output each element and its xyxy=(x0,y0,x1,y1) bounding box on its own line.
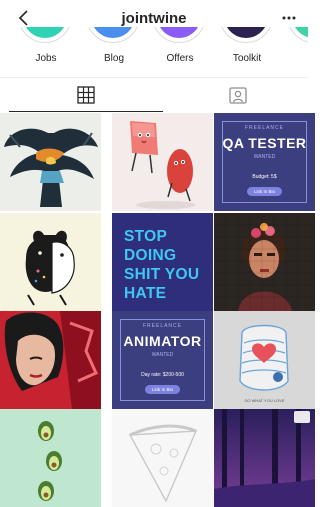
profile-tabs xyxy=(0,77,308,112)
grid-icon xyxy=(77,85,95,104)
highlight-toolkit[interactable]: Toolkit xyxy=(212,27,282,64)
tab-tagged[interactable] xyxy=(161,78,315,111)
highlight-partial[interactable] xyxy=(280,27,308,45)
highlight-label: Toolkit xyxy=(232,53,262,64)
highlight-offers[interactable]: Offers xyxy=(145,27,215,64)
ribcage-caption: DO WHAT YOU LOVE xyxy=(244,398,284,403)
tab-grid[interactable] xyxy=(9,78,163,112)
post-eagle-illustration[interactable] xyxy=(0,113,101,211)
post-animator-job[interactable]: FREELANCE ANIMATOR WANTED Day rate: $200… xyxy=(112,311,213,409)
post-purple-forest[interactable] xyxy=(214,409,315,507)
posts-grid: FREELANCE QA TESTER WANTED Budget: 5$ Li… xyxy=(0,111,315,507)
tagged-person-icon xyxy=(229,86,247,104)
post-cartoon-characters[interactable] xyxy=(112,113,213,211)
highlight-label: Blog xyxy=(103,53,124,64)
post-ribcage-heart[interactable]: DO WHAT YOU LOVE xyxy=(214,311,315,409)
highlight-label: Offers xyxy=(166,53,194,64)
highlight-label: Jobs xyxy=(35,53,57,64)
post-red-portrait[interactable] xyxy=(0,311,101,409)
quote-text: STOP DOING SHIT YOU HATE xyxy=(124,228,200,302)
highlight-blog[interactable]: Blog xyxy=(79,27,149,64)
post-qa-tester-job[interactable]: FREELANCE QA TESTER WANTED Budget: 5$ Li… xyxy=(214,113,315,211)
post-stop-doing-quote[interactable]: STOP DOING SHIT YOU HATE xyxy=(112,213,213,311)
profile-username: jointwine xyxy=(121,10,187,27)
post-pizza-sketch[interactable] xyxy=(112,409,213,507)
more-horizontal-icon xyxy=(282,16,296,20)
more-options-button[interactable] xyxy=(278,9,300,27)
post-hugging-cat-dog[interactable] xyxy=(0,213,101,311)
post-pixel-portrait[interactable] xyxy=(214,213,315,311)
story-highlights: Jobs Blog Offers Toolkit xyxy=(0,27,308,72)
highlight-jobs[interactable]: Jobs xyxy=(11,27,81,64)
post-avocados[interactable] xyxy=(0,409,101,507)
